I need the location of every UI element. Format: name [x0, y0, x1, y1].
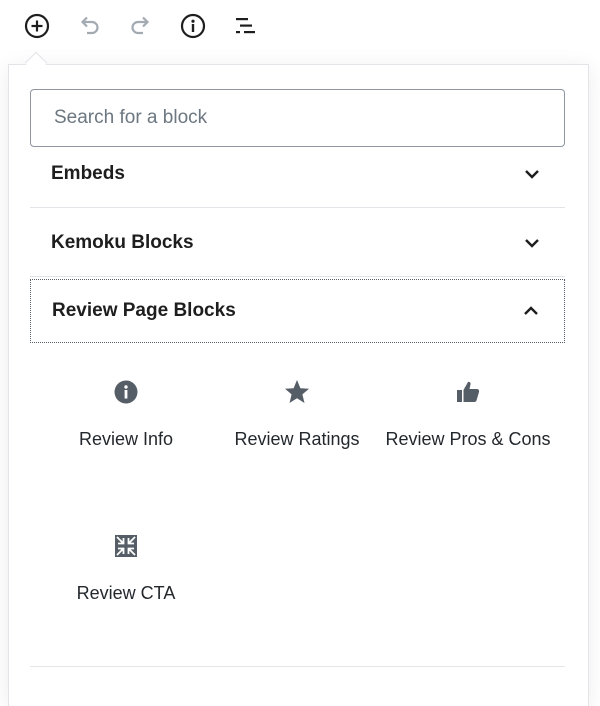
- block-label: Review CTA: [76, 583, 176, 603]
- undo-button[interactable]: [73, 10, 105, 42]
- thumbs-up-icon: [454, 378, 482, 406]
- block-categories-list[interactable]: Embeds Kemoku Blocks Review Page Blocks …: [30, 148, 565, 668]
- add-block-button[interactable]: [21, 10, 53, 42]
- block-label: Review Pros & Cons: [385, 429, 551, 449]
- block-item-review-cta[interactable]: Review CTA: [41, 532, 211, 605]
- add-block-icon: [24, 13, 50, 39]
- list-view-icon: [236, 18, 255, 34]
- info-icon: [180, 13, 206, 39]
- info-icon: [112, 378, 140, 406]
- shrink-arrows-icon: [112, 532, 140, 560]
- section-kemoku-blocks[interactable]: Kemoku Blocks: [30, 209, 565, 277]
- list-view-button[interactable]: [229, 10, 261, 42]
- section-title: Kemoku Blocks: [51, 231, 194, 253]
- section-review-page-blocks[interactable]: Review Page Blocks: [30, 279, 565, 343]
- section-embeds[interactable]: Embeds: [30, 148, 565, 208]
- undo-icon: [80, 16, 99, 35]
- chevron-down-icon: [520, 231, 544, 255]
- chevron-down-icon: [520, 162, 544, 186]
- redo-icon: [131, 16, 150, 35]
- block-item-review-pros-cons[interactable]: Review Pros & Cons: [383, 378, 553, 451]
- divider: [30, 666, 565, 667]
- section-title: Embeds: [51, 162, 125, 184]
- info-button[interactable]: [177, 10, 209, 42]
- block-search-input[interactable]: [30, 89, 565, 147]
- section-title: Review Page Blocks: [52, 300, 236, 321]
- redo-button[interactable]: [125, 10, 157, 42]
- chevron-up-icon: [519, 299, 543, 323]
- block-item-review-ratings[interactable]: Review Ratings: [212, 378, 382, 451]
- block-item-review-info[interactable]: Review Info: [41, 378, 211, 451]
- star-icon: [283, 378, 311, 406]
- editor-toolbar: [0, 0, 600, 52]
- block-label: Review Ratings: [234, 429, 360, 449]
- block-label: Review Info: [78, 429, 174, 449]
